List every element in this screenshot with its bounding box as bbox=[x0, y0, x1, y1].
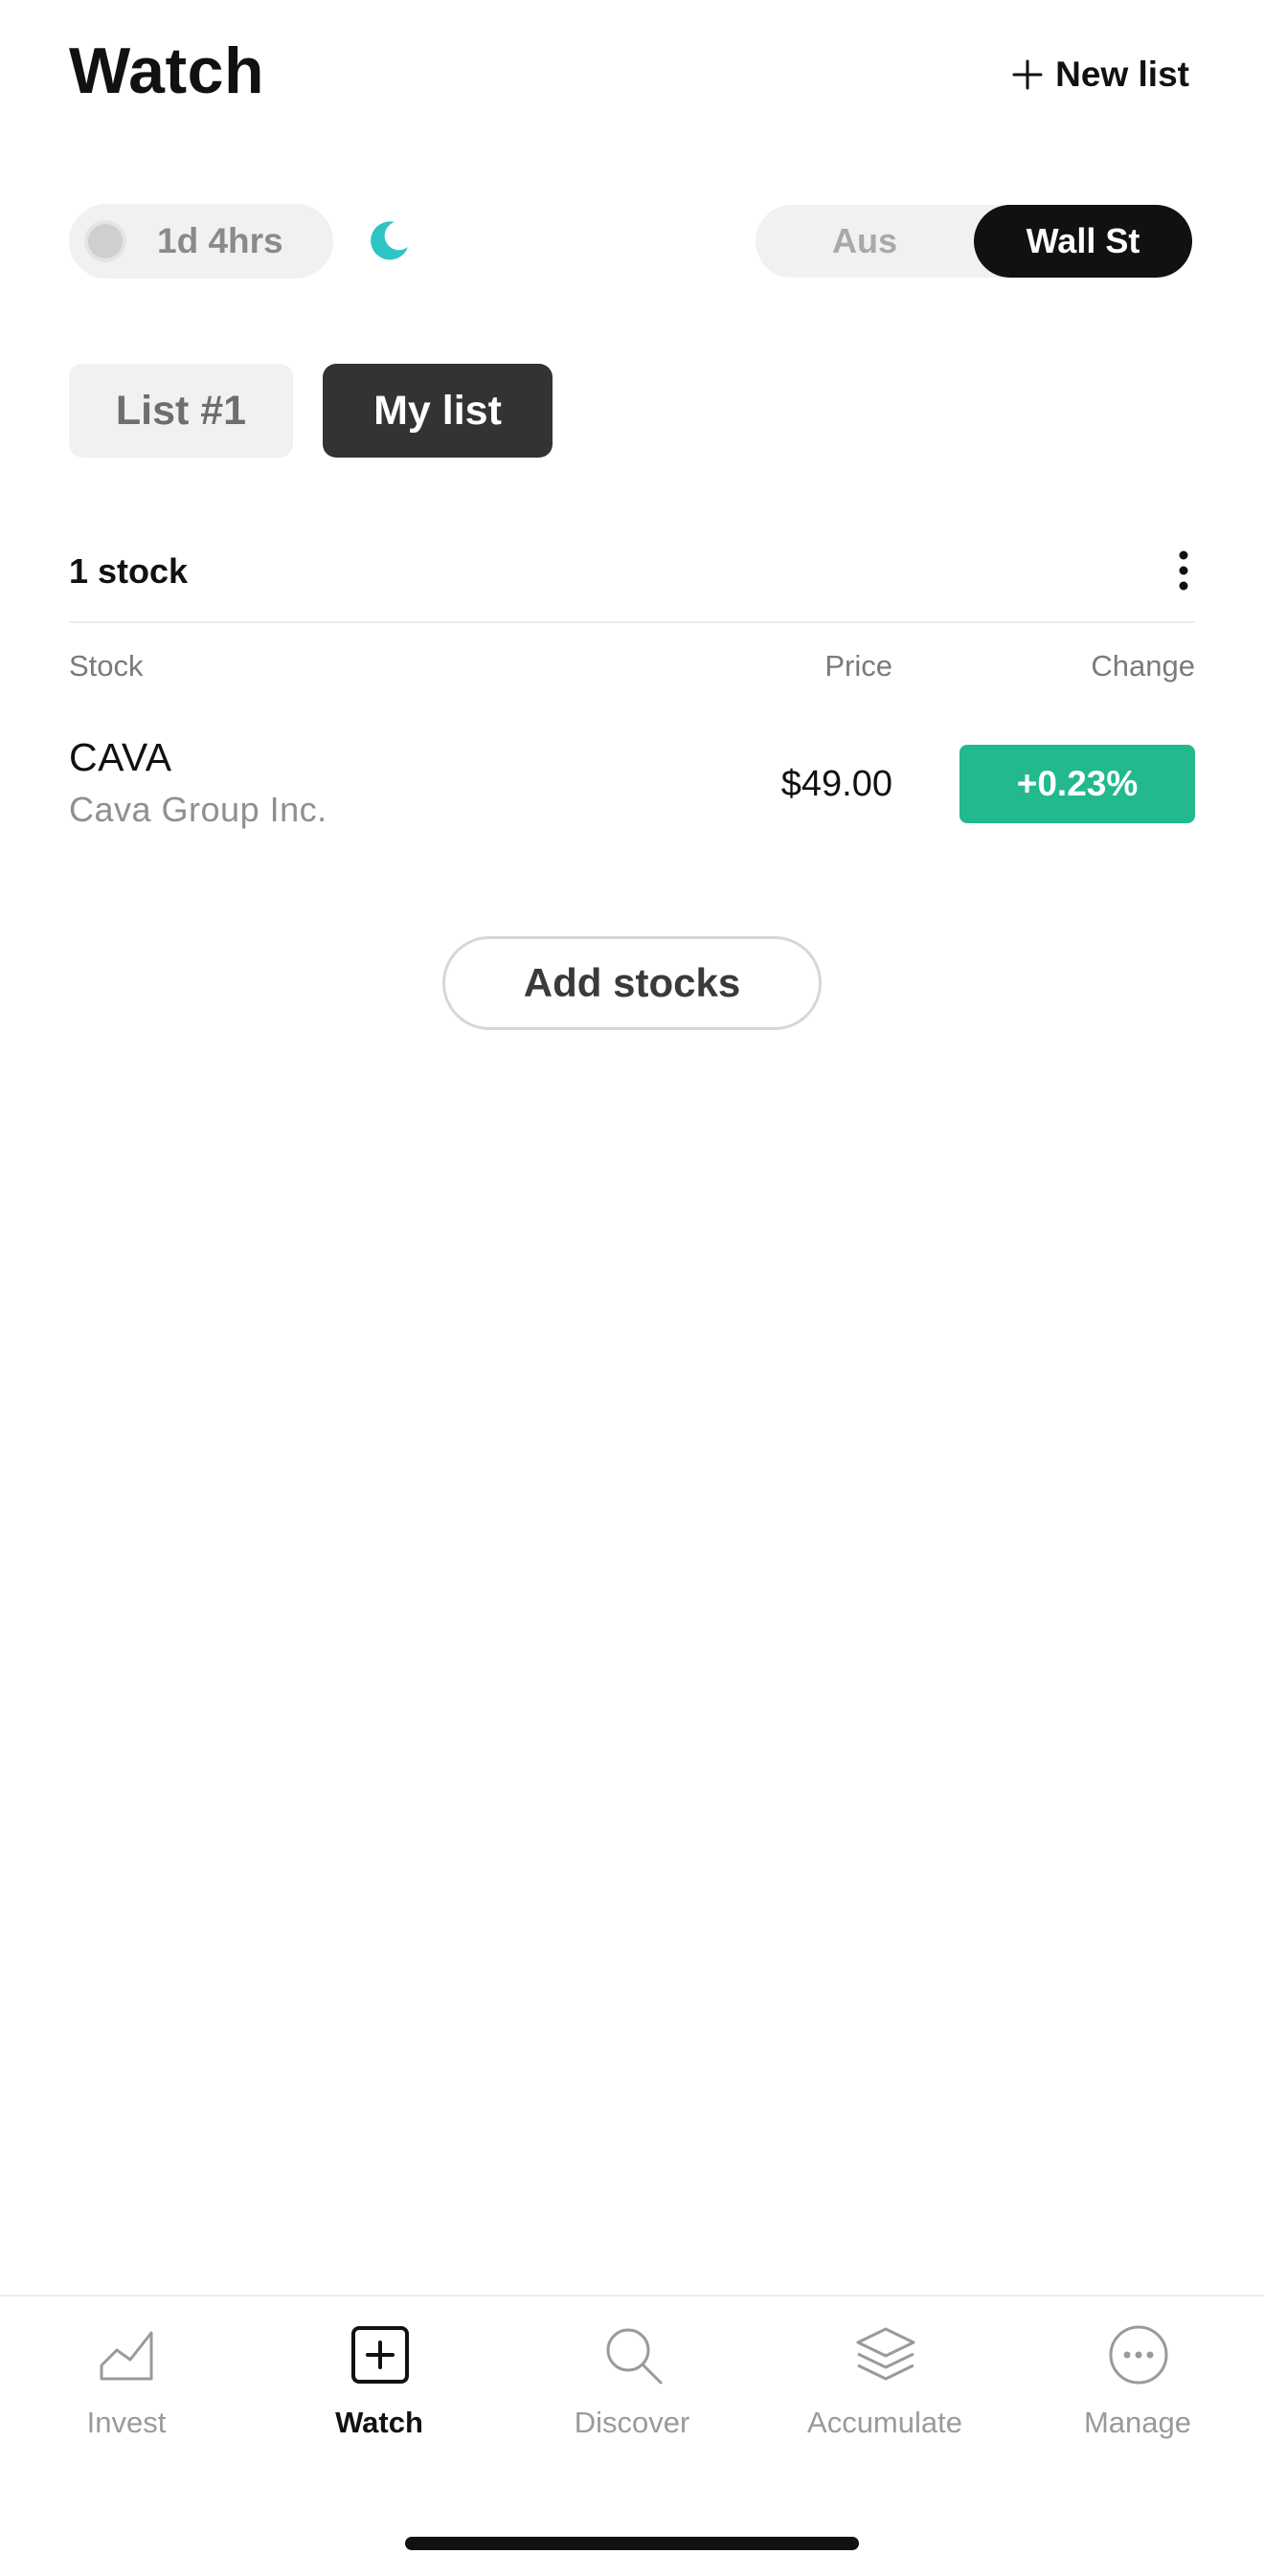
nav-label-watch: Watch bbox=[335, 2406, 423, 2439]
nav-item-discover[interactable]: Discover bbox=[506, 2323, 758, 2457]
more-vertical-icon[interactable] bbox=[1172, 549, 1195, 592]
search-icon bbox=[606, 2328, 663, 2385]
market-countdown-pill[interactable]: 1d 4hrs bbox=[69, 204, 333, 279]
status-dot bbox=[88, 224, 123, 258]
nav-item-invest[interactable]: Invest bbox=[0, 2323, 253, 2457]
tab-list-1[interactable]: List #1 bbox=[69, 364, 293, 458]
add-stocks-button[interactable]: Add stocks bbox=[442, 936, 822, 1030]
stock-ticker: CAVA bbox=[69, 735, 172, 779]
home-indicator bbox=[405, 2537, 859, 2550]
chart-icon bbox=[100, 2331, 153, 2381]
nav-item-manage[interactable]: Manage bbox=[1011, 2323, 1264, 2457]
new-list-label: New list bbox=[1055, 55, 1189, 94]
stock-price: $49.00 bbox=[780, 764, 892, 804]
column-header-price: Price bbox=[824, 649, 892, 683]
layers-icon bbox=[856, 2327, 915, 2381]
plus-square-icon bbox=[351, 2326, 409, 2384]
tab-my-list[interactable]: My list bbox=[323, 364, 553, 458]
column-header-stock: Stock bbox=[69, 649, 144, 683]
table-row[interactable]: CAVA Cava Group Inc. $49.00 +0.23% bbox=[69, 728, 1195, 842]
divider bbox=[69, 621, 1195, 623]
countdown-text: 1d 4hrs bbox=[157, 221, 283, 260]
column-header-change: Change bbox=[1091, 649, 1195, 683]
market-option-aus[interactable]: Aus bbox=[756, 205, 974, 278]
company-name: Cava Group Inc. bbox=[69, 790, 327, 829]
market-option-wall-st[interactable]: Wall St bbox=[974, 205, 1192, 278]
page-title: Watch bbox=[69, 34, 264, 107]
nav-item-watch[interactable]: Watch bbox=[253, 2323, 506, 2457]
nav-label-discover: Discover bbox=[574, 2406, 690, 2439]
nav-label-accumulate: Accumulate bbox=[807, 2406, 962, 2439]
stock-count: 1 stock bbox=[69, 551, 189, 591]
moon-icon bbox=[371, 221, 408, 260]
nav-item-accumulate[interactable]: Accumulate bbox=[758, 2323, 1011, 2457]
plus-icon bbox=[1012, 59, 1043, 90]
bottom-nav: Invest Watch Discover Accumulate Manage bbox=[0, 2295, 1264, 2576]
more-circle-icon bbox=[1109, 2325, 1168, 2385]
nav-label-invest: Invest bbox=[86, 2406, 167, 2439]
change-badge[interactable]: +0.23% bbox=[959, 745, 1195, 823]
new-list-button[interactable]: New list bbox=[1011, 48, 1189, 101]
nav-label-manage: Manage bbox=[1083, 2406, 1192, 2439]
market-toggle: Aus Wall St bbox=[756, 205, 1192, 278]
